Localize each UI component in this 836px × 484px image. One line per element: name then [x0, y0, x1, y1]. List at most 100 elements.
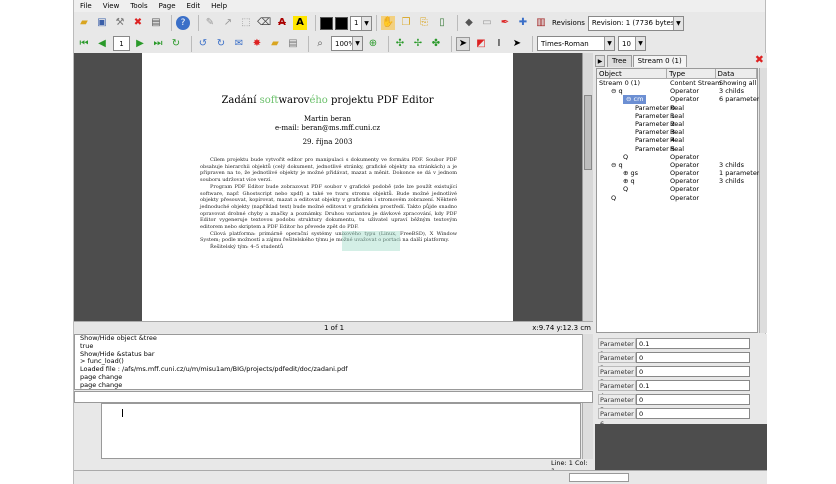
tree-row[interactable]: Stream 0 (1) Content Stream Showing all	[597, 79, 757, 87]
rotate-right-icon[interactable]: ↻	[214, 37, 228, 51]
wrench-icon[interactable]: ⚒	[113, 16, 127, 30]
zoom-select[interactable]: 100% ▼	[331, 36, 363, 51]
tree-row[interactable]: ⊕ q Operator 3 childs	[597, 177, 757, 185]
font-select[interactable]: Times-Roman ▼	[537, 36, 615, 51]
pointer-icon[interactable]: ➤	[510, 37, 524, 51]
page-number-input[interactable]: 1	[113, 36, 130, 51]
object-tree[interactable]: Object Type Data Stream 0 (1) Content Str…	[596, 68, 763, 333]
tree-row[interactable]: Parameter 2 Real	[597, 120, 757, 128]
tab-scroll-arrow-icon[interactable]: ▶	[595, 55, 605, 67]
rotate-left-icon[interactable]: ↺	[196, 37, 210, 51]
first-page-icon[interactable]: ⏮	[77, 37, 91, 51]
console-output[interactable]: Show/Hide object &tree true Show/Hide &s…	[74, 334, 593, 390]
previous-page-icon[interactable]: ◀	[95, 37, 109, 51]
save-icon[interactable]: ▣	[95, 16, 109, 30]
param-value-input[interactable]: 0	[636, 408, 750, 419]
pen-color-icon[interactable]: ✒	[498, 16, 512, 30]
add-line-icon[interactable]: ✢	[411, 37, 425, 51]
window-icon[interactable]: ▤	[149, 16, 163, 30]
strike-text-icon[interactable]: A	[275, 16, 289, 30]
editor-scrollbar[interactable]	[582, 403, 593, 459]
param-value-input[interactable]: 0	[636, 352, 750, 363]
puzzle-icon[interactable]: ✚	[516, 16, 530, 30]
fill-color-swatch[interactable]	[335, 16, 348, 30]
tag-icon[interactable]: ◆	[462, 16, 476, 30]
folder-icon[interactable]: ▰	[268, 37, 282, 51]
close-tab-icon[interactable]: ✖	[755, 53, 764, 66]
add-rect-icon[interactable]: ✤	[429, 37, 443, 51]
toolbar-separator	[191, 35, 192, 52]
tree-row[interactable]: ⊖ q Operator 3 childs	[597, 87, 757, 95]
tree-row[interactable]: ⊕ gs Operator 1 parameter	[597, 169, 760, 177]
toolbar-separator	[532, 35, 533, 52]
stroke-color-swatch[interactable]	[320, 16, 333, 30]
menu-page[interactable]: Page	[159, 2, 176, 10]
zoom-fit-icon[interactable]: ⊕	[366, 37, 380, 51]
menu-edit[interactable]: Edit	[187, 2, 201, 10]
tree-scrollbar[interactable]	[759, 68, 767, 333]
add-object-icon[interactable]: ✣	[393, 37, 407, 51]
books-icon[interactable]: ▥	[534, 16, 548, 30]
blank-icon[interactable]: ▭	[480, 16, 494, 30]
tree-row[interactable]: Parameter 5 Real	[597, 145, 757, 153]
font-size-select[interactable]: 10 ▼	[618, 36, 646, 51]
console-scrollbar[interactable]	[582, 334, 593, 390]
hand-icon[interactable]: ✋	[381, 16, 395, 30]
param-label: Parameter 3	[598, 366, 636, 386]
paste-icon[interactable]: ⎘	[417, 16, 431, 30]
chevron-down-icon: ▼	[352, 37, 362, 50]
tree-row[interactable]: Q Operator	[597, 153, 757, 161]
menu-tools[interactable]: Tools	[130, 2, 147, 10]
delete-icon[interactable]: ⌫	[257, 16, 271, 30]
redo-icon[interactable]: ↻	[169, 37, 183, 51]
tree-row[interactable]: Parameter 4 Real	[597, 136, 757, 144]
tree-row[interactable]: ⊖ q Operator 3 childs	[597, 161, 757, 169]
tree-row[interactable]: Parameter 3 Real	[597, 128, 757, 136]
tree-row[interactable]: Q Operator	[597, 194, 757, 202]
tree-row-type: Operator	[670, 160, 700, 169]
mail-icon[interactable]: ✉	[232, 37, 246, 51]
page-delete-icon[interactable]: ▤	[286, 37, 300, 51]
column-object[interactable]: Object	[597, 69, 668, 78]
highlight-text-icon[interactable]: A	[293, 16, 307, 30]
param-value-input[interactable]: 0.1	[636, 380, 750, 391]
scrollbar-thumb[interactable]	[584, 95, 592, 170]
pdf-page[interactable]: Zadání softwarového projektu PDF Editor …	[142, 53, 513, 321]
arrow-icon[interactable]: ↗	[221, 16, 235, 30]
tab-stream[interactable]: Stream 0 (1)	[632, 55, 687, 67]
last-page-icon[interactable]: ⏭	[151, 37, 165, 51]
open-folder-icon[interactable]: ▰	[77, 16, 91, 30]
select-arrow-icon[interactable]: ➤	[456, 36, 470, 51]
tree-row-object: Q	[611, 193, 617, 202]
clipboard-icon[interactable]: ▯	[435, 16, 449, 30]
menu-view[interactable]: View	[103, 2, 120, 10]
text-cursor-icon[interactable]: I	[492, 37, 506, 51]
help-icon[interactable]: ?	[176, 16, 190, 30]
next-page-icon[interactable]: ▶	[133, 37, 147, 51]
select-color-icon[interactable]: ◩	[474, 37, 488, 51]
pencil-icon[interactable]: ✎	[203, 16, 217, 30]
copy-icon[interactable]: ❐	[399, 16, 413, 30]
document-email: e-mail: beran@ms.mff.cuni.cz	[274, 124, 381, 132]
new-page-icon[interactable]: ✸	[250, 37, 264, 51]
param-value-input[interactable]: 0	[636, 394, 750, 405]
menu-help[interactable]: Help	[211, 2, 227, 10]
column-data[interactable]: Data	[716, 69, 757, 78]
move-icon[interactable]: ⬚	[239, 16, 253, 30]
zoom-icon[interactable]: ⌕	[313, 37, 327, 51]
viewer-scrollbar[interactable]	[582, 53, 593, 321]
tree-row[interactable]: Q Operator	[597, 185, 757, 193]
column-type[interactable]: Type	[667, 69, 716, 78]
revision-select[interactable]: Revision: 1 (7736 bytes) ▼	[587, 15, 684, 31]
tab-tree[interactable]: Tree	[607, 55, 632, 67]
param-value-input[interactable]: 0	[636, 366, 750, 377]
script-editor[interactable]	[101, 403, 581, 459]
param-value-input[interactable]: 0.1	[636, 338, 750, 349]
menu-file[interactable]: File	[80, 2, 92, 10]
line-width-select[interactable]: 1 ▼	[350, 15, 372, 31]
tree-row[interactable]: ⊖ cm Operator 6 parameters	[597, 95, 763, 104]
tree-row[interactable]: Parameter 1 Real	[597, 112, 757, 120]
tree-row[interactable]: Parameter 0 Real	[597, 104, 757, 112]
close-document-icon[interactable]: ✖	[131, 16, 145, 30]
command-input[interactable]	[74, 391, 593, 403]
